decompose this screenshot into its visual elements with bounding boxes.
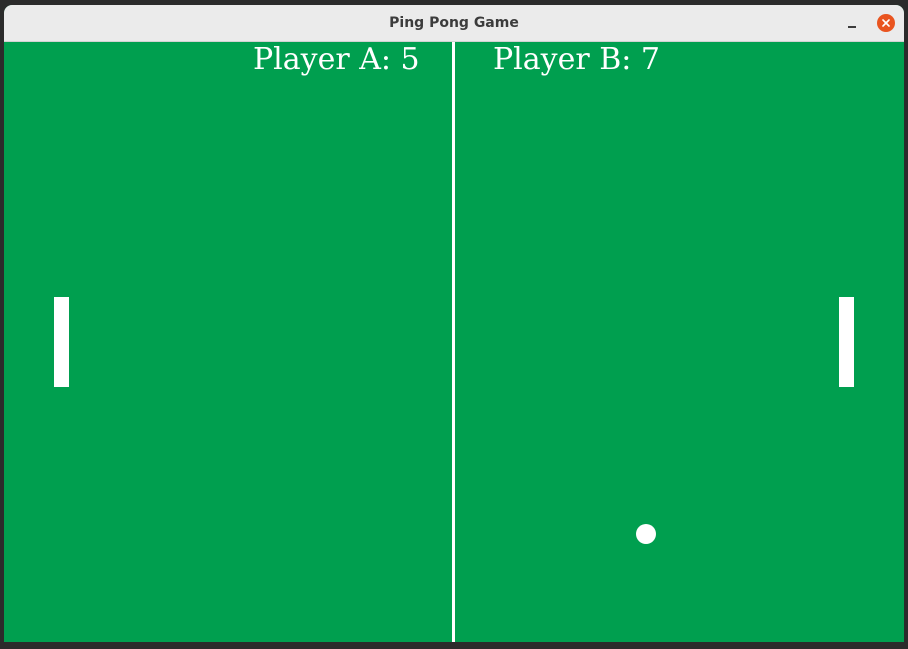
close-icon: [882, 19, 890, 27]
center-line: [452, 42, 455, 642]
close-button[interactable]: [877, 14, 895, 32]
title-bar[interactable]: Ping Pong Game: [4, 5, 904, 42]
game-window: Ping Pong Game Player A: 5 Player B: 7: [4, 5, 904, 642]
left-paddle: [54, 297, 69, 387]
window-title: Ping Pong Game: [389, 15, 519, 31]
player-a-score: Player A: 5: [253, 42, 420, 77]
ball: [636, 524, 656, 544]
game-court[interactable]: Player A: 5 Player B: 7: [4, 42, 904, 642]
right-paddle: [839, 297, 854, 387]
minimize-button[interactable]: [844, 16, 860, 32]
player-b-score: Player B: 7: [493, 42, 661, 77]
